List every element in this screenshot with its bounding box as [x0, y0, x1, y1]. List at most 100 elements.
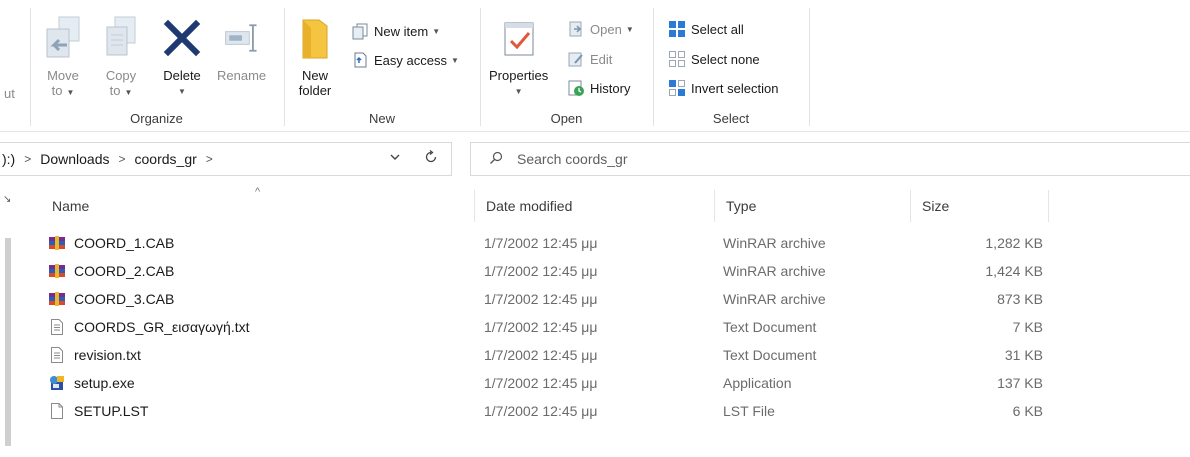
delete-button[interactable]: Delete ▼: [162, 14, 202, 99]
select-all-button[interactable]: Select all: [668, 18, 744, 40]
file-name-cell[interactable]: revision.txt: [48, 341, 141, 369]
file-name: setup.exe: [74, 375, 135, 391]
file-type: Text Document: [723, 319, 817, 335]
navigation-pane-edge: ↘: [0, 190, 12, 457]
new-group: New folder New item ▼ Easy access ▼ New: [285, 6, 479, 130]
file-row[interactable]: revision.txt 1/7/2002 12:45 μμ Text Docume…: [40, 341, 1050, 369]
edit-pencil-icon: [567, 50, 585, 68]
copy-to-button[interactable]: Copy to ▼: [101, 14, 141, 100]
open-group-label: Open: [550, 111, 583, 126]
select-all-label: Select all: [691, 21, 744, 37]
column-header-date-label: Date modified: [486, 198, 573, 214]
history-button[interactable]: History: [567, 77, 630, 99]
open-button[interactable]: Open ▼: [567, 18, 634, 40]
move-to-label-2: to: [51, 83, 63, 98]
properties-button[interactable]: Properties ▼: [489, 14, 548, 99]
properties-label: Properties: [489, 68, 549, 83]
search-box[interactable]: [470, 142, 1190, 176]
file-type: Text Document: [723, 347, 817, 363]
select-none-button[interactable]: Select none: [668, 48, 760, 70]
file-type: WinRAR archive: [723, 235, 826, 251]
collapse-arrow-icon[interactable]: ↘: [3, 194, 11, 205]
text-file-icon: [48, 318, 66, 336]
file-type: LST File: [723, 403, 775, 419]
file-date: 1/7/2002 12:45 μμ: [484, 319, 598, 335]
easy-access-button[interactable]: Easy access ▼: [351, 49, 459, 71]
rename-icon: [222, 14, 262, 62]
file-size: 1,282 KB: [985, 235, 1043, 251]
ribbon-separator: [809, 8, 810, 126]
file-row[interactable]: COORD_1.CAB 1/7/2002 12:45 μμ WinRAR archi…: [40, 229, 1050, 257]
search-input[interactable]: [517, 151, 817, 167]
breadcrumb-chevron-icon[interactable]: >: [119, 152, 126, 166]
winrar-archive-icon: [48, 262, 66, 280]
breadcrumb-downloads[interactable]: Downloads: [40, 151, 109, 167]
properties-checkmark-icon: [499, 14, 539, 62]
file-name-cell[interactable]: COORDS_GR_εισαγωγή.txt: [48, 313, 250, 341]
edit-button[interactable]: Edit: [567, 48, 612, 70]
text-file-icon: [48, 346, 66, 364]
address-drive-fragment[interactable]: ):): [2, 151, 15, 167]
file-name-cell[interactable]: COORD_1.CAB: [48, 229, 174, 257]
breadcrumb-chevron-icon[interactable]: >: [24, 152, 31, 166]
rename-button[interactable]: Rename: [217, 14, 266, 83]
column-header-type-label: Type: [726, 198, 757, 214]
new-item-button[interactable]: New item ▼: [351, 20, 440, 42]
file-name-cell[interactable]: SETUP.LST: [48, 397, 148, 425]
move-to-button[interactable]: Move to ▼: [43, 14, 83, 100]
search-icon: [489, 151, 503, 168]
refresh-icon[interactable]: [423, 149, 439, 169]
ribbon: ut Move to ▼ Copy to ▼ Delete ▼ Rename O…: [0, 0, 1190, 132]
invert-selection-button[interactable]: Invert selection: [668, 77, 778, 99]
file-size: 873 KB: [997, 291, 1043, 307]
new-group-label: New: [368, 111, 395, 126]
cut-button-partial[interactable]: ut: [4, 82, 15, 104]
navigation-pane-scrollbar[interactable]: [5, 238, 11, 446]
column-divider[interactable]: [1048, 190, 1049, 222]
select-all-icon: [668, 20, 686, 38]
address-dropdown-chevron-icon[interactable]: [389, 151, 401, 166]
copy-to-label-2: to: [109, 83, 121, 98]
file-name-cell[interactable]: setup.exe: [48, 369, 135, 397]
select-group: Select all Select none Invert selection …: [654, 6, 808, 130]
address-bar[interactable]: ):) > Downloads > coords_gr >: [0, 142, 452, 176]
new-item-label: New item: [374, 23, 429, 39]
file-name: COORD_1.CAB: [74, 235, 175, 251]
move-to-caret-icon: ▼: [66, 88, 75, 97]
file-name-cell[interactable]: COORD_3.CAB: [48, 285, 174, 313]
column-header-type[interactable]: Type: [714, 190, 910, 222]
select-none-label: Select none: [691, 51, 760, 67]
new-item-caret-icon: ▼: [432, 26, 441, 36]
file-size: 31 KB: [1004, 347, 1043, 363]
organize-group: Move to ▼ Copy to ▼ Delete ▼ Rename Orga…: [31, 6, 282, 130]
file-type: Application: [723, 375, 792, 391]
edit-label: Edit: [590, 51, 613, 67]
move-to-label-1: Move: [47, 68, 79, 83]
cut-label-partial: ut: [4, 85, 15, 101]
file-name: SETUP.LST: [74, 403, 149, 419]
rename-label: Rename: [217, 68, 267, 83]
column-header-date[interactable]: Date modified: [474, 190, 714, 222]
file-row[interactable]: setup.exe 1/7/2002 12:45 μμ Application 137…: [40, 369, 1050, 397]
file-row[interactable]: COORD_2.CAB 1/7/2002 12:45 μμ WinRAR archi…: [40, 257, 1050, 285]
column-header-size-label: Size: [922, 198, 950, 214]
breadcrumb-coords-gr[interactable]: coords_gr: [135, 151, 197, 167]
open-caret-icon: ▼: [625, 24, 634, 34]
file-row[interactable]: COORD_3.CAB 1/7/2002 12:45 μμ WinRAR archi…: [40, 285, 1050, 313]
easy-access-icon: [351, 51, 369, 69]
file-name-cell[interactable]: COORD_2.CAB: [48, 257, 174, 285]
file-row[interactable]: SETUP.LST 1/7/2002 12:45 μμ LST File 6 KB: [40, 397, 1050, 425]
column-header-size[interactable]: Size: [910, 190, 1048, 222]
new-folder-button[interactable]: New folder: [295, 14, 335, 98]
breadcrumb-chevron-icon[interactable]: >: [206, 152, 213, 166]
new-folder-icon: [295, 14, 335, 62]
delete-caret-icon: ▼: [178, 87, 186, 96]
select-none-icon: [668, 50, 686, 68]
file-row[interactable]: COORDS_GR_εισαγωγή.txt 1/7/2002 12:45 μμ T…: [40, 313, 1050, 341]
new-folder-label-2: folder: [298, 83, 332, 98]
delete-x-icon: [162, 14, 202, 62]
organize-group-label: Organize: [130, 111, 183, 126]
new-folder-label-1: New: [301, 68, 328, 83]
file-date: 1/7/2002 12:45 μμ: [484, 347, 598, 363]
column-header-name[interactable]: Name: [40, 190, 474, 222]
